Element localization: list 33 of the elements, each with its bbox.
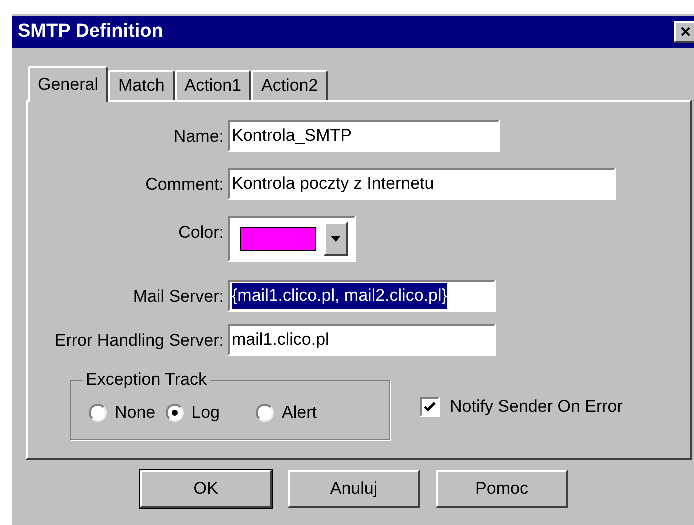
field-value: Kontrola poczty z Internetu: [232, 173, 434, 196]
dialog-button[interactable]: Anuluj: [288, 470, 420, 508]
tab[interactable]: Action2: [251, 70, 328, 100]
text-field[interactable]: Kontrola poczty z Internetu: [228, 168, 616, 200]
notify-checkbox-option[interactable]: Notify Sender On Error: [420, 394, 623, 420]
field-value: {mail1.clico.pl, mail2.clico.pl}: [232, 283, 448, 309]
field-value: mail1.clico.pl: [232, 329, 330, 352]
text-field[interactable]: mail1.clico.pl: [228, 324, 496, 356]
group-title: Exception Track: [83, 370, 210, 390]
color-dropdown[interactable]: [228, 216, 356, 262]
radio-button[interactable]: [256, 404, 274, 422]
field-label: Comment:: [144, 174, 225, 196]
field-label: Error Handling Server:: [54, 330, 225, 352]
checkmark-icon: [424, 402, 436, 412]
field-label: Name:: [172, 126, 225, 148]
dialog-button[interactable]: OK: [140, 470, 272, 508]
window-title: SMTP Definition: [18, 20, 164, 44]
radio-option[interactable]: Alert: [256, 400, 317, 426]
radio-option[interactable]: None: [89, 400, 156, 426]
field-label: Mail Server:: [132, 286, 225, 308]
close-button[interactable]: ✕: [674, 21, 694, 43]
tab[interactable]: Match: [108, 70, 175, 100]
text-field[interactable]: {mail1.clico.pl, mail2.clico.pl}: [228, 280, 496, 312]
tab[interactable]: General: [28, 66, 108, 102]
field-value: Kontrola_SMTP: [232, 125, 352, 148]
radio-button[interactable]: [89, 404, 107, 422]
radio-button[interactable]: [166, 404, 184, 422]
text-field[interactable]: Kontrola_SMTP: [228, 120, 500, 152]
checkbox[interactable]: [420, 396, 440, 417]
tab[interactable]: Action1: [174, 70, 252, 100]
radio-option[interactable]: Log: [166, 400, 220, 426]
field-label: Color:: [178, 222, 225, 244]
dialog-button[interactable]: Pomoc: [436, 470, 568, 508]
